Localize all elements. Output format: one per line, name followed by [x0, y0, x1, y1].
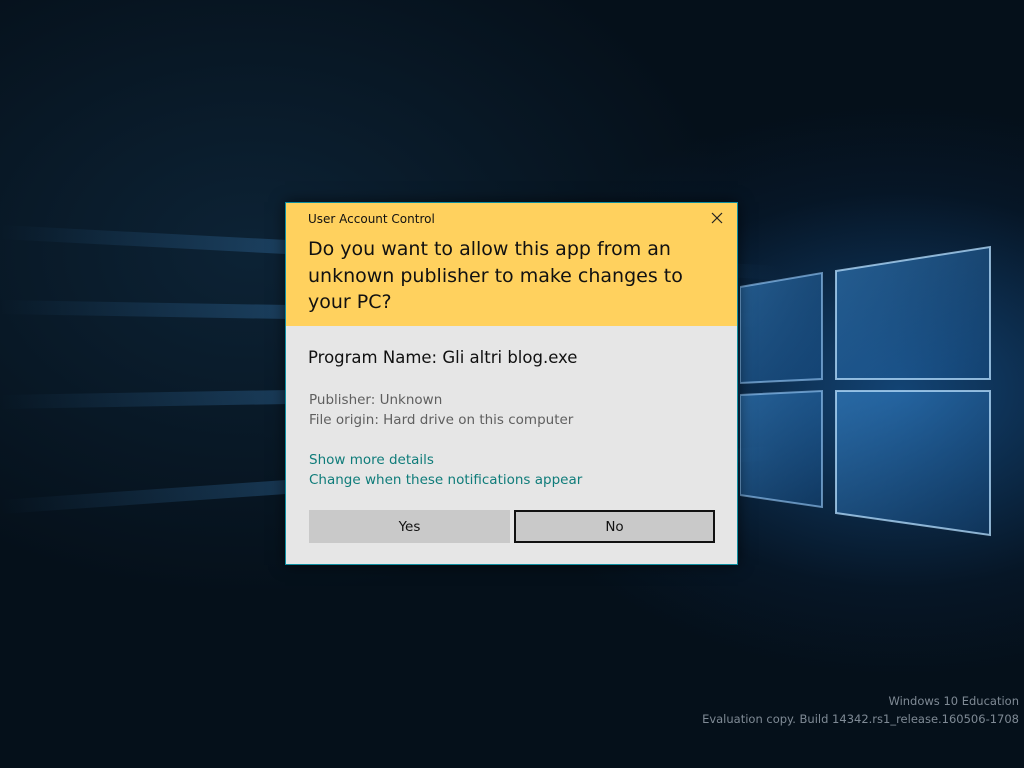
program-name: Program Name: Gli altri blog.exe — [308, 348, 578, 367]
uac-question: Do you want to allow this app from an un… — [308, 238, 683, 313]
show-more-details-link[interactable]: Show more details — [309, 452, 434, 468]
yes-button[interactable]: Yes — [309, 510, 510, 543]
publisher-label: Publisher: Unknown — [309, 392, 443, 408]
uac-dialog: User Account Control Do you want to allo… — [285, 202, 738, 565]
no-button[interactable]: No — [514, 510, 715, 543]
file-origin-label: File origin: Hard drive on this computer — [309, 412, 574, 428]
windows-logo — [740, 245, 991, 537]
uac-header: User Account Control Do you want to allo… — [286, 203, 737, 326]
build-watermark: Evaluation copy. Build 14342.rs1_release… — [702, 712, 1019, 726]
dialog-caption: User Account Control — [308, 212, 435, 226]
close-button[interactable] — [704, 207, 730, 229]
close-icon — [711, 212, 723, 224]
windows-edition-watermark: Windows 10 Education — [888, 694, 1019, 708]
change-notifications-link[interactable]: Change when these notifications appear — [309, 472, 582, 488]
